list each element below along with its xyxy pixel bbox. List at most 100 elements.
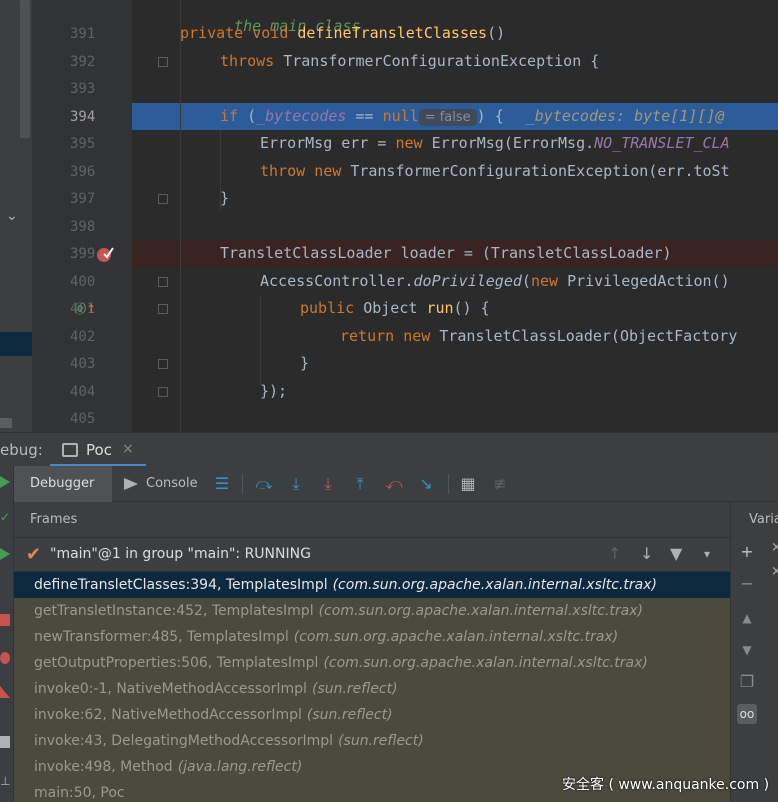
frame-row[interactable]: invoke:43, DelegatingMethodAccessorImpl(… [14,728,730,754]
trace-stream-icon[interactable]: ≢ [490,474,510,494]
code-line[interactable] [132,405,778,432]
code-token: ErrorMsg(ErrorMsg. [431,134,595,152]
breakpoint-icon[interactable] [96,245,114,263]
code-line[interactable] [132,75,778,102]
code-line[interactable]: } [132,185,778,212]
step-icon[interactable] [0,548,10,560]
line-number[interactable]: 392 [70,52,110,72]
code-token: private [180,24,253,42]
code-token: if [220,106,248,125]
frame-method: getOutputProperties:506, TemplatesImpl [34,655,319,671]
frame-method: main:50, Poc [34,785,125,801]
frame-row[interactable]: invoke:62, NativeMethodAccessorImpl (sun.… [14,702,730,728]
code-line[interactable]: private void defineTransletClasses() [132,20,778,47]
code-line[interactable]: } [132,350,778,377]
code-token: ( [521,271,531,290]
run-config-icon [62,443,78,457]
line-number[interactable]: 394 [70,107,110,127]
get-thread-dump-icon[interactable] [0,736,10,748]
stop-icon[interactable] [0,614,10,626]
code-token: } [220,189,230,207]
frame-package [125,785,130,801]
horizontal-scrollbar[interactable] [0,418,12,428]
code-token: AccessController. [260,271,414,290]
inline-debug-value: _bytecodes: byte[1][]@ [525,106,725,125]
pin-icon[interactable]: ⊥ [0,774,10,788]
step-into-icon[interactable]: ⤓ [286,474,306,494]
frame-row[interactable]: invoke0:-1, NativeMethodAccessorImpl (sun… [14,676,730,702]
arrow-up-icon[interactable]: ↑ [608,544,621,563]
frame-row[interactable]: getTransletInstance:452, TemplatesImpl (c… [14,598,730,624]
line-number[interactable]: 393 [70,79,110,99]
code-line[interactable]: throws TransformerConfigurationException… [132,48,778,75]
frame-row[interactable]: defineTransletClasses:394, TemplatesImpl… [14,572,730,598]
evaluate-expression-icon[interactable]: ▦ [458,474,478,494]
project-panel-edge: ⌄ [0,0,32,432]
scrollbar-thumb[interactable] [20,0,30,138]
code-token: new [395,134,432,152]
copy-icon[interactable]: ❐ [737,672,757,692]
show-execution-point-icon[interactable]: ☰ [212,474,232,494]
resume-icon[interactable] [0,476,10,488]
code-line[interactable]: return new TransletClassLoader(ObjectFac… [132,323,778,350]
code-line[interactable]: }); [132,378,778,405]
close-icon[interactable]: × [771,564,778,579]
close-icon[interactable]: × [122,441,134,457]
frame-row[interactable]: getOutputProperties:506, TemplatesImpl (c… [14,650,730,676]
drop-frame-icon[interactable]: ⤺ [384,474,404,494]
code-line[interactable]: AccessController.doPrivileged(new Privil… [132,268,778,295]
code-line[interactable]: ErrorMsg err = new ErrorMsg(ErrorMsg.NO_… [132,130,778,157]
close-icon[interactable]: × [771,540,778,555]
code-line[interactable]: TransletClassLoader loader = (TransletCl… [132,240,778,267]
step-out-icon[interactable]: ⤒ [350,474,370,494]
debug-session-tab[interactable]: Poc × [50,433,146,467]
code-token: defineTransletClasses [297,24,488,42]
code-editor[interactable]: ⌄ 391 392 393 394 395 396 397 398 399 400 401 402 40… [0,0,778,432]
tab-console[interactable]: Console [120,466,212,502]
line-number[interactable]: 400 [70,272,110,292]
override-method-icon[interactable]: ⓪↑ [74,300,96,317]
line-number[interactable]: 391 [70,24,110,44]
line-number[interactable]: 403 [70,354,110,374]
code-line[interactable]: throw new TransformerConfigurationExcept… [132,158,778,185]
move-up-icon[interactable]: ▲ [737,608,757,628]
chevron-down-icon[interactable]: ⌄ [6,208,18,224]
code-line[interactable]: public Object run() { [132,295,778,322]
code-token: ErrorMsg err = [260,134,396,152]
filter-icon[interactable]: ▼ [670,544,682,563]
run-to-cursor-icon[interactable]: ↘ [416,474,436,494]
line-number[interactable]: 395 [70,134,110,154]
chevron-down-icon[interactable]: ▾ [704,547,710,561]
thread-status[interactable]: "main"@1 in group "main": RUNNING [50,546,311,562]
glasses-icon[interactable]: oo [737,704,757,724]
thread-selector[interactable]: ✔ "main"@1 in group "main": RUNNING ↑ ↓ … [14,538,730,572]
move-down-icon[interactable]: ▼ [737,640,757,660]
code-line[interactable]: if (_bytecodes == null = false) {_bytecod… [132,102,778,130]
line-number[interactable]: 396 [70,162,110,182]
mute-breakpoints-icon[interactable] [0,686,10,698]
line-number[interactable]: 398 [70,217,110,237]
line-number[interactable]: 405 [70,409,110,429]
frame-row[interactable]: newTransformer:485, TemplatesImpl (com.su… [14,624,730,650]
code-line[interactable] [132,213,778,240]
arrow-down-icon[interactable]: ↓ [640,544,653,563]
thread-check-icon: ✔ [26,544,42,565]
remove-watch-icon[interactable]: − [737,574,757,594]
frame-package: (com.sun.org.apache.xalan.internal.xsltc… [323,655,648,671]
add-watch-icon[interactable]: + [737,542,757,562]
rerun-icon[interactable]: ✓ [0,510,10,524]
force-step-into-icon[interactable]: ⤓ [318,474,338,494]
editor-gutter[interactable]: 391 392 393 394 395 396 397 398 399 400 401 402 403 4… [32,0,168,432]
frames-list[interactable]: defineTransletClasses:394, TemplatesImpl… [14,572,730,802]
tab-debugger[interactable]: Debugger [14,466,112,502]
code-token: NO_TRANSLET_CLA [594,134,730,152]
line-number[interactable]: 397 [70,189,110,209]
line-number[interactable]: 402 [70,327,110,347]
view-breakpoints-icon[interactable] [0,652,10,664]
variables-panel: Varia + − ▲ ▼ ❐ oo × × [730,502,778,802]
step-over-icon[interactable]: ⤼ [254,474,274,494]
line-number[interactable]: 404 [70,382,110,402]
